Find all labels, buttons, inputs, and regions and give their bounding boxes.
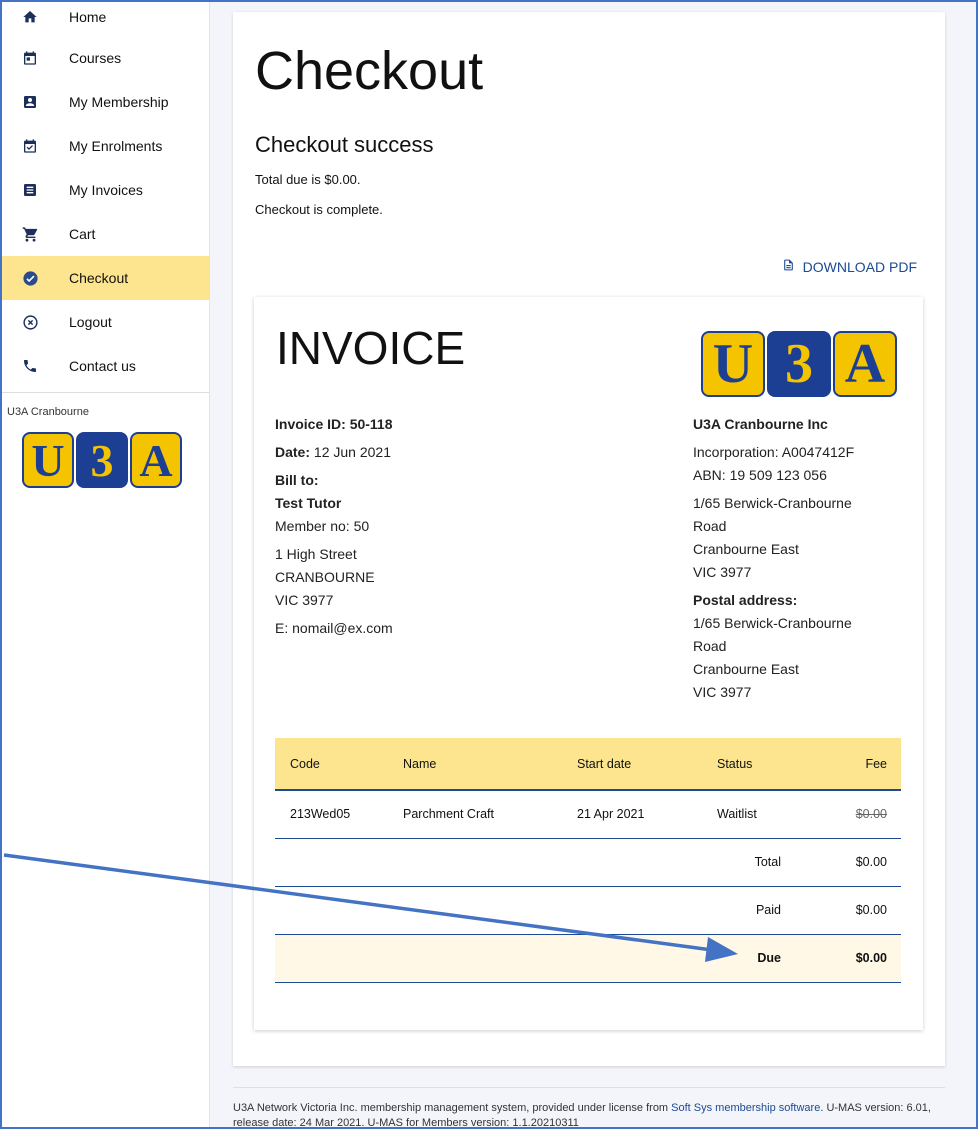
badge-icon (20, 92, 40, 112)
column-header-start-date: Start date (577, 738, 717, 791)
column-header-status: Status (717, 738, 821, 791)
sidebar-item-label: Logout (69, 314, 112, 330)
bill-address-line: CRANBOURNE (275, 569, 375, 585)
sidebar-item-label: My Invoices (69, 182, 143, 198)
bill-address-line: VIC 3977 (275, 592, 334, 608)
bill-email: E: nomail@ex.com (275, 620, 393, 636)
logo-letter: A (130, 432, 182, 488)
sidebar-item-label: Contact us (69, 358, 136, 374)
u3a-logo: U 3 A (22, 432, 209, 488)
sidebar-item-label: Checkout (69, 270, 129, 286)
invoice-date-value: 12 Jun 2021 (313, 444, 391, 460)
invoice-title: INVOICE (276, 322, 466, 374)
cart-icon (20, 224, 40, 244)
org-address-line: 1/65 Berwick-Cranbourne (693, 495, 852, 511)
sidebar-item-label: My Enrolments (69, 138, 163, 154)
sidebar-item-label: Cart (69, 226, 96, 242)
u3a-logo: U 3 A (701, 331, 897, 397)
total-value: $0.00 (821, 838, 901, 887)
sidebar-org-name: U3A Cranbourne (7, 406, 89, 418)
org-incorporation: Incorporation: A0047412F (693, 444, 855, 460)
column-header-name: Name (403, 738, 577, 791)
sidebar-item-label: Courses (69, 50, 122, 66)
checkout-complete-message: Checkout is complete. (255, 202, 383, 217)
cell-start-date: 21 Apr 2021 (577, 790, 717, 839)
footer-text: U3A Network Victoria Inc. membership man… (233, 1102, 672, 1114)
org-name: U3A Cranbourne Inc (693, 416, 828, 432)
sidebar-item-my-membership[interactable]: My Membership (2, 80, 209, 124)
footer-vendor-link[interactable]: Soft Sys membership software (671, 1102, 820, 1114)
org-address-line: Road (693, 518, 727, 534)
footer: U3A Network Victoria Inc. membership man… (233, 1087, 945, 1129)
due-value: $0.00 (821, 934, 901, 983)
org-address-line: VIC 3977 (693, 564, 752, 580)
postal-address-line: Cranbourne East (693, 661, 799, 677)
calendar-check-icon (20, 136, 40, 156)
sidebar-item-label: Home (69, 9, 107, 25)
org-abn: ABN: 19 509 123 056 (693, 467, 827, 483)
logo-letter: U (22, 432, 74, 488)
sidebar-item-cart[interactable]: Cart (2, 212, 209, 256)
column-header-code: Code (275, 738, 403, 791)
invoice-card: INVOICE U 3 A Invoice ID: 50-118 Date: 1… (254, 297, 923, 1030)
invoice-org-details: U3A Cranbourne Inc Incorporation: A00474… (693, 413, 854, 704)
download-pdf-button[interactable]: DOWNLOAD PDF (782, 258, 917, 275)
sidebar-item-my-invoices[interactable]: My Invoices (2, 168, 209, 212)
calendar-icon (20, 48, 40, 68)
total-label: Total (275, 838, 821, 887)
invoice-bill-details: Invoice ID: 50-118 Date: 12 Jun 2021 Bil… (275, 413, 393, 640)
cell-status: Waitlist (717, 790, 821, 839)
invoice-table: Code Name Start date Status Fee 213Wed05… (275, 738, 901, 983)
home-icon (20, 7, 40, 27)
cell-name: Parchment Craft (403, 790, 577, 839)
bill-to-label: Bill to: (275, 472, 319, 488)
invoice-id: Invoice ID: 50-118 (275, 413, 393, 436)
paid-label: Paid (275, 886, 821, 935)
invoice-date: Date: 12 Jun 2021 (275, 441, 393, 464)
total-due-message: Total due is $0.00. (255, 172, 361, 187)
bill-to-name: Test Tutor (275, 495, 342, 511)
sidebar-item-home[interactable]: Home (2, 0, 209, 36)
postal-address-label: Postal address: (693, 592, 798, 608)
close-circle-icon (20, 312, 40, 332)
sidebar-item-contact-us[interactable]: Contact us (2, 344, 209, 388)
postal-address-line: 1/65 Berwick-Cranbourne (693, 615, 852, 631)
due-label: Due (275, 934, 821, 983)
invoice-id-label: Invoice ID: (275, 416, 346, 432)
sidebar-item-logout[interactable]: Logout (2, 300, 209, 344)
logo-letter: 3 (76, 432, 128, 488)
invoice-id-value: 50-118 (349, 416, 393, 432)
invoice-date-label: Date: (275, 444, 311, 460)
check-circle-icon (20, 268, 40, 288)
due-row: Due $0.00 (275, 934, 901, 983)
sidebar-item-checkout[interactable]: Checkout (2, 256, 209, 300)
paid-row: Paid $0.00 (275, 886, 901, 935)
sidebar-item-my-enrolments[interactable]: My Enrolments (2, 124, 209, 168)
main-card: Checkout Checkout success Total due is $… (233, 12, 945, 1066)
cell-code: 213Wed05 (275, 790, 403, 839)
phone-icon (20, 356, 40, 376)
paid-value: $0.00 (821, 886, 901, 935)
checkout-status-heading: Checkout success (255, 132, 434, 157)
page-title: Checkout (255, 41, 484, 101)
sidebar: Home Courses My Membership My Enrolments… (2, 2, 210, 1127)
download-pdf-label: DOWNLOAD PDF (802, 258, 917, 275)
cell-fee: $0.00 (821, 790, 901, 839)
table-row: 213Wed05 Parchment Craft 21 Apr 2021 Wai… (275, 790, 901, 839)
sidebar-item-courses[interactable]: Courses (2, 36, 209, 80)
postal-address-line: Road (693, 638, 727, 654)
org-address-line: Cranbourne East (693, 541, 799, 557)
document-icon (782, 258, 795, 275)
logo-letter: 3 (767, 331, 831, 397)
postal-address-line: VIC 3977 (693, 684, 752, 700)
logo-letter: U (701, 331, 765, 397)
list-icon (20, 180, 40, 200)
member-number: Member no: 50 (275, 518, 370, 534)
column-header-fee: Fee (821, 738, 901, 791)
sidebar-item-label: My Membership (69, 94, 169, 110)
logo-letter: A (833, 331, 897, 397)
bill-address-line: 1 High Street (275, 546, 357, 562)
table-header-row: Code Name Start date Status Fee (275, 738, 901, 791)
total-row: Total $0.00 (275, 838, 901, 887)
